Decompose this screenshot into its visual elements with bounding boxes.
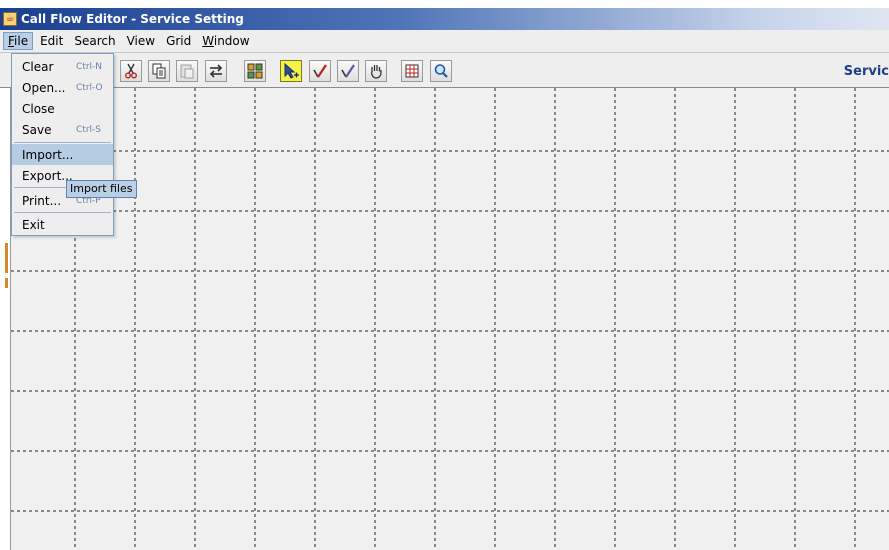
paste-button[interactable] <box>176 60 198 82</box>
file-menu-dropdown: Clear Ctrl-N Open... Ctrl-O Close Save C… <box>11 53 114 236</box>
menu-item-label: Close <box>22 101 55 116</box>
menu-search[interactable]: Search <box>70 32 119 50</box>
menu-item-close[interactable]: Close <box>12 98 113 119</box>
cut-icon <box>124 63 137 79</box>
swap-button[interactable] <box>205 60 227 82</box>
title-bar: ☕ Call Flow Editor - Service Setting <box>0 8 889 30</box>
menu-item-label: Print... <box>22 193 62 208</box>
menu-item-shortcut: Ctrl-S <box>76 124 101 135</box>
menu-item-clear[interactable]: Clear Ctrl-N <box>12 56 113 77</box>
menu-item-open[interactable]: Open... Ctrl-O <box>12 77 113 98</box>
service-label: Servic <box>843 64 889 79</box>
edge-marker <box>5 278 8 288</box>
menu-item-exit[interactable]: Exit <box>12 214 113 235</box>
edge-marker <box>5 243 8 273</box>
menu-item-save[interactable]: Save Ctrl-S <box>12 119 113 140</box>
menu-item-label: Save <box>22 122 52 137</box>
menu-grid[interactable]: Grid <box>162 32 195 50</box>
pan-hand-icon <box>371 65 382 79</box>
menu-item-label: Open... <box>22 80 66 95</box>
swap-icon <box>209 64 223 78</box>
flow-canvas[interactable] <box>10 88 889 550</box>
edit-pencil-icon <box>341 64 355 78</box>
menu-bar: File Edit Search View Grid Window <box>0 30 889 52</box>
menu-separator <box>14 142 111 143</box>
select-tool-button[interactable] <box>280 60 302 82</box>
grid-lines <box>11 88 889 550</box>
copy-icon <box>152 63 166 79</box>
copy-button[interactable] <box>148 60 170 82</box>
compile-button[interactable] <box>244 60 266 82</box>
menu-item-label: Exit <box>22 217 45 232</box>
draw-link-button[interactable] <box>309 60 331 82</box>
java-app-icon: ☕ <box>3 12 17 26</box>
menu-item-shortcut: Ctrl-N <box>76 61 102 72</box>
grid-button[interactable] <box>401 60 423 82</box>
zoom-icon <box>434 64 448 78</box>
draw-link-icon <box>313 64 327 78</box>
window-title: Call Flow Editor - Service Setting <box>21 12 244 26</box>
grid-icon <box>405 64 419 78</box>
menu-window[interactable]: Window <box>198 32 253 50</box>
edit-pencil-button[interactable] <box>337 60 359 82</box>
menu-edit[interactable]: Edit <box>36 32 67 50</box>
import-tooltip: Import files <box>66 180 137 198</box>
menu-item-label: Import... <box>22 147 74 162</box>
menu-separator <box>14 212 111 213</box>
toolbar: Servic <box>0 52 889 88</box>
cut-button[interactable] <box>120 60 142 82</box>
menu-item-import[interactable]: Import... <box>12 144 113 165</box>
menu-view[interactable]: View <box>123 32 159 50</box>
menu-item-shortcut: Ctrl-O <box>76 82 103 93</box>
paste-icon <box>180 64 194 79</box>
menu-file[interactable]: File <box>3 32 34 50</box>
compile-icon <box>247 63 263 79</box>
select-pointer-icon <box>284 62 299 79</box>
zoom-button[interactable] <box>430 60 452 82</box>
left-edge-strip <box>0 88 10 550</box>
menu-item-label: Clear <box>22 59 54 74</box>
pan-hand-button[interactable] <box>365 60 387 82</box>
